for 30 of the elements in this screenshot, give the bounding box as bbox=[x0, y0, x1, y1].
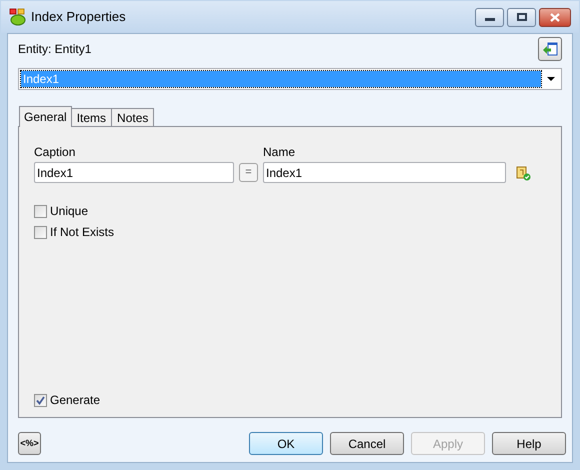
dialog-button[interactable]: Help bbox=[492, 432, 566, 455]
checkbox[interactable] bbox=[34, 204, 47, 218]
checkbox-label: If Not Exists bbox=[50, 224, 114, 241]
app-icon bbox=[9, 8, 27, 26]
name-field[interactable]: Index1 bbox=[263, 162, 506, 183]
checkbox-label: Generate bbox=[50, 392, 100, 409]
checkbox[interactable] bbox=[34, 394, 47, 406]
tab[interactable]: General bbox=[19, 106, 72, 127]
dialog-button[interactable]: Cancel bbox=[330, 432, 404, 455]
window-title: Index Properties bbox=[31, 8, 126, 26]
table-arrow-icon bbox=[542, 41, 558, 57]
dialog-button[interactable]: OK bbox=[249, 432, 323, 455]
template-button[interactable]: <%> bbox=[18, 432, 41, 455]
entity-label: Entity: Entity1 bbox=[18, 41, 92, 58]
name-label: Name bbox=[263, 145, 296, 160]
close-button[interactable] bbox=[539, 8, 571, 26]
checkmark-icon bbox=[36, 396, 45, 404]
close-icon bbox=[550, 12, 560, 22]
checkbox[interactable] bbox=[34, 226, 47, 238]
tab[interactable]: Notes bbox=[112, 108, 154, 126]
maximize-button[interactable] bbox=[507, 8, 536, 26]
entity-button[interactable] bbox=[538, 37, 562, 61]
tab[interactable]: Items bbox=[72, 108, 112, 126]
dropdown-value: Index1 bbox=[21, 71, 541, 87]
checkbox-label: Unique bbox=[50, 203, 88, 220]
minimize-button[interactable] bbox=[475, 8, 504, 26]
caption-field[interactable]: Index1 bbox=[34, 162, 234, 183]
caption-label: Caption bbox=[34, 145, 76, 160]
notebook-check-icon[interactable] bbox=[516, 166, 531, 181]
equal-button[interactable]: = bbox=[239, 163, 258, 182]
